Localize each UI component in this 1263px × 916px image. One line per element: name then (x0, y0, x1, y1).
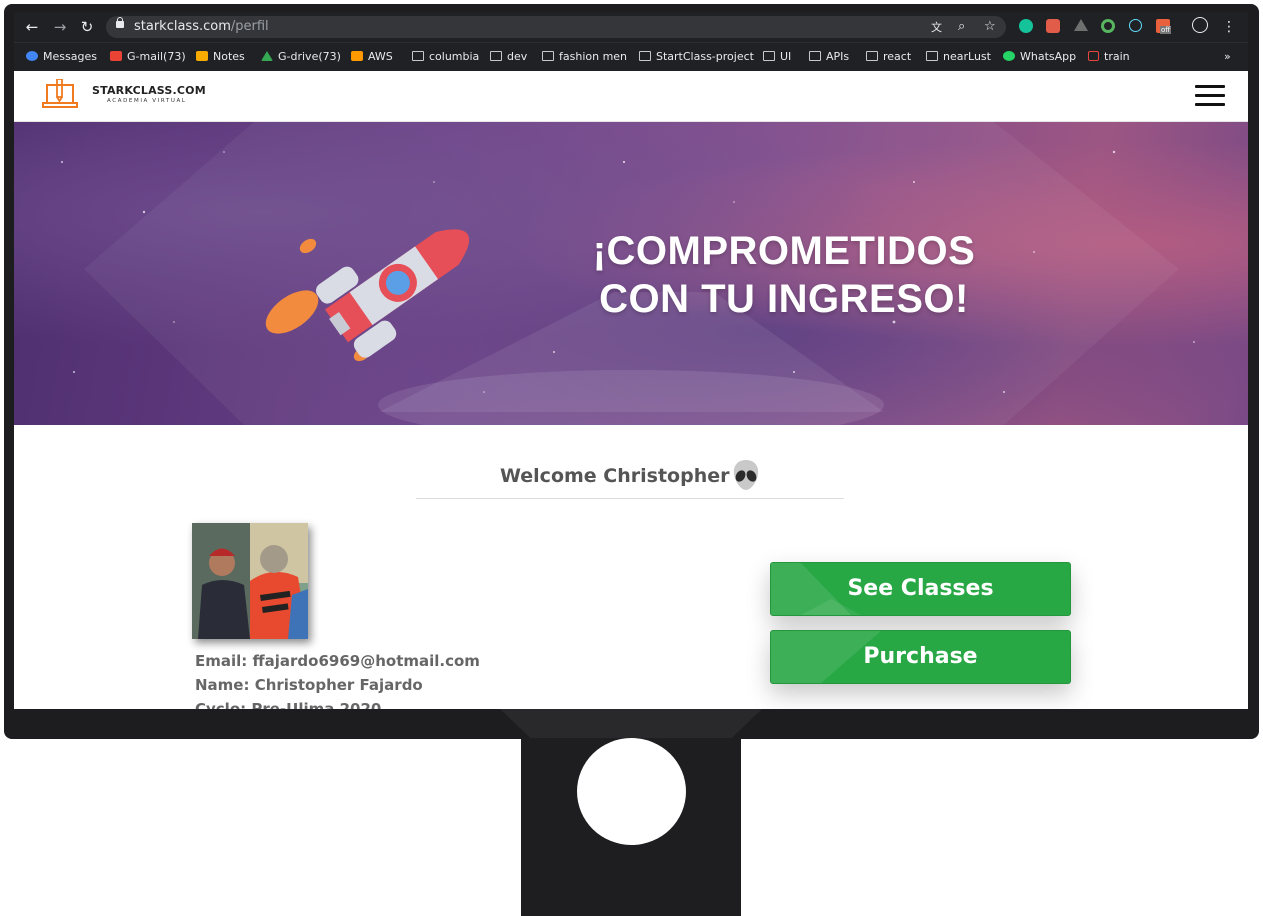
bookmark-gdrive[interactable]: G-drive(73) (261, 50, 341, 63)
forward-icon[interactable]: → (50, 17, 70, 37)
bookmark-apis[interactable]: APIs (809, 50, 849, 63)
zoom-icon[interactable]: ⌕ (958, 19, 965, 34)
address-bar[interactable]: starkclass.com/perfil 文 ⌕ ☆ (106, 16, 1006, 38)
menu-dots-icon[interactable]: ⋮ (1219, 17, 1239, 37)
logo-subtitle: ACADEMIA VIRTUAL (107, 98, 187, 104)
train-icon (1088, 51, 1099, 61)
bookmark-whatsapp[interactable]: WhatsApp (1003, 50, 1076, 63)
bookmark-train[interactable]: train (1088, 50, 1130, 63)
profile-cycle: Cyclo: Pre-Ulima 2020 (195, 700, 382, 709)
bookmark-label: columbia (429, 50, 480, 63)
bookmark-gmail[interactable]: G-mail(73) (110, 50, 186, 63)
back-icon[interactable]: ← (22, 17, 42, 37)
bookmark-aws[interactable]: AWS (351, 50, 393, 63)
welcome-heading: Welcome Christopher ! (500, 465, 745, 487)
purchase-label: Purchase (863, 644, 978, 669)
url-path: /perfil (230, 19, 269, 34)
grammarly-icon[interactable] (1019, 19, 1033, 33)
notes-icon (196, 51, 208, 61)
bookmark-label: StartClass-project (656, 50, 754, 63)
monitor-stand-hole (577, 738, 686, 845)
bookmark-label: G-mail(73) (127, 50, 186, 63)
bookmark-startclass-project[interactable]: StartClass-project (639, 50, 754, 63)
bookmark-columbia[interactable]: columbia (412, 50, 479, 63)
folder-icon (412, 51, 424, 61)
monitor-stand-joint (500, 709, 762, 739)
extension-off-icon[interactable]: off (1156, 19, 1172, 34)
hero-line-1: ¡COMPROMETIDOS (592, 229, 976, 273)
bookmark-label: AWS (368, 50, 393, 63)
alien-icon (733, 460, 759, 490)
site-header: STARKCLASS.COM ACADEMIA VIRTUAL (14, 71, 1248, 122)
bookmark-notes[interactable]: Notes (196, 50, 245, 63)
folder-icon (639, 51, 651, 61)
extension-badge: off (1160, 26, 1172, 34)
avatar (192, 523, 308, 639)
bookmark-label: dev (507, 50, 528, 63)
profile-email: Email: ffajardo6969@hotmail.com (195, 652, 480, 670)
bookmark-label: react (883, 50, 912, 63)
folder-icon (926, 51, 938, 61)
vercel-icon[interactable] (1074, 19, 1088, 31)
extension-icon[interactable] (1046, 19, 1060, 33)
bookmark-ui[interactable]: UI (763, 50, 791, 63)
folder-icon (490, 51, 502, 61)
url-domain: starkclass.com (134, 19, 231, 34)
browser-toolbar: ← → ↻ starkclass.com/perfil 文 ⌕ ☆ off ⋮ (14, 12, 1248, 42)
bookmark-nearlust[interactable]: nearLust (926, 50, 991, 63)
bookmark-react[interactable]: react (866, 50, 911, 63)
hero-headline: ¡COMPROMETIDOS CON TU INGRESO! (574, 227, 994, 323)
folder-icon (542, 51, 554, 61)
reload-icon[interactable]: ↻ (77, 17, 97, 37)
monitor-screen: ← → ↻ starkclass.com/perfil 文 ⌕ ☆ off ⋮ … (14, 12, 1248, 709)
purchase-button[interactable]: Purchase (770, 630, 1071, 684)
profile-name: Name: Christopher Fajardo (195, 676, 423, 694)
gdrive-icon (261, 51, 273, 61)
target-icon[interactable] (1101, 19, 1115, 33)
bookmark-label: WhatsApp (1020, 50, 1077, 63)
bookmark-label: train (1104, 50, 1130, 63)
bookmark-label: G-drive(73) (278, 50, 341, 63)
bookmark-star-icon[interactable]: ☆ (984, 19, 996, 34)
bookmark-fashion-men[interactable]: fashion men (542, 50, 627, 63)
translate-icon[interactable]: 文 (931, 19, 942, 35)
folder-icon (866, 51, 878, 61)
bookmark-label: APIs (826, 50, 850, 63)
bookmark-label: Notes (213, 50, 245, 63)
rocket-icon (265, 229, 470, 362)
gmail-icon (110, 51, 122, 61)
profile-icon[interactable] (1192, 17, 1208, 33)
bookmark-dev[interactable]: dev (490, 50, 527, 63)
lock-icon (116, 17, 124, 28)
aws-icon (351, 51, 363, 61)
hero-line-2: CON TU INGRESO! (599, 277, 969, 321)
bookmarks-overflow[interactable]: » (1224, 50, 1231, 63)
hamburger-menu-icon[interactable] (1195, 85, 1225, 107)
whatsapp-icon (1003, 51, 1015, 61)
welcome-divider (416, 498, 844, 499)
see-classes-button[interactable]: See Classes (770, 562, 1071, 616)
hero-banner: ¡COMPROMETIDOS CON TU INGRESO! (14, 122, 1248, 425)
folder-icon (763, 51, 775, 61)
react-devtools-icon[interactable] (1129, 19, 1142, 32)
see-classes-label: See Classes (847, 576, 994, 601)
profile-photo (192, 523, 308, 639)
bookmark-label: Messages (43, 50, 97, 63)
folder-icon (809, 51, 821, 61)
logo-title[interactable]: STARKCLASS.COM (92, 84, 206, 97)
laptop-pencil-logo-icon[interactable] (42, 79, 78, 113)
url-text: starkclass.com/perfil (134, 19, 269, 34)
messages-icon (26, 51, 38, 61)
bookmark-messages[interactable]: Messages (26, 50, 97, 63)
bookmarks-bar: Messages G-mail(73) Notes G-drive(73) AW… (14, 42, 1248, 72)
bookmark-label: nearLust (943, 50, 991, 63)
bookmark-label: UI (780, 50, 792, 63)
bookmark-label: fashion men (559, 50, 628, 63)
